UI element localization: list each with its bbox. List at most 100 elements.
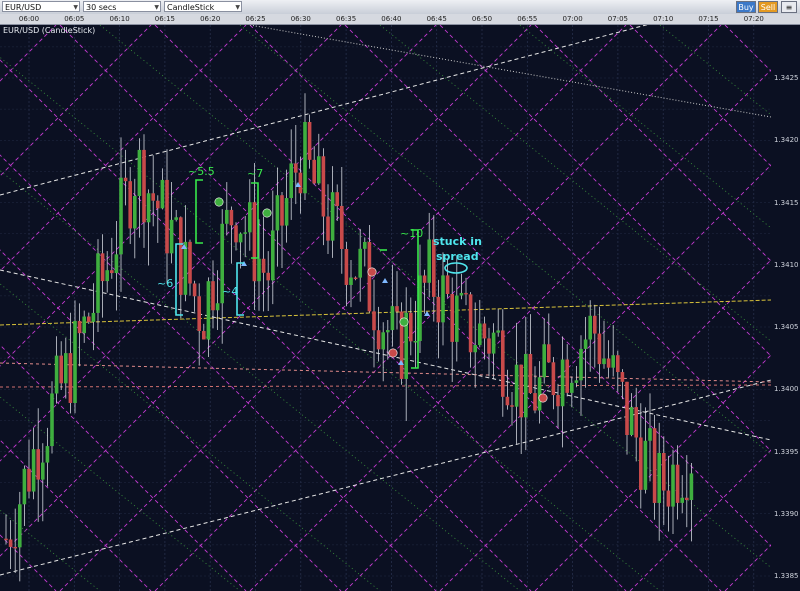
candle-body bbox=[68, 353, 73, 403]
candle-body bbox=[372, 311, 376, 331]
candle-body bbox=[114, 254, 119, 274]
menu-icon[interactable]: ≡ bbox=[781, 1, 797, 13]
candle-body bbox=[427, 239, 431, 283]
candle-body bbox=[565, 359, 569, 393]
gann-line bbox=[0, 25, 152, 177]
candle-body bbox=[597, 333, 602, 365]
candle-body bbox=[482, 323, 487, 339]
candle-body bbox=[82, 316, 86, 334]
candle-body bbox=[156, 200, 160, 209]
candle-body bbox=[450, 294, 454, 342]
candle-body bbox=[491, 332, 496, 354]
candle-body bbox=[455, 295, 459, 342]
candle-body bbox=[349, 277, 353, 285]
candle-body bbox=[519, 364, 523, 418]
chevron-down-icon: ▼ bbox=[154, 4, 159, 11]
chart-type-select[interactable]: CandleStick ▼ bbox=[164, 1, 242, 12]
candle-body bbox=[436, 296, 441, 323]
period-select[interactable]: 30 secs ▼ bbox=[83, 1, 161, 12]
price-tick: 1.3405 bbox=[774, 323, 799, 331]
candle-body bbox=[574, 380, 579, 383]
candle-body bbox=[616, 355, 620, 373]
gann-line bbox=[629, 25, 771, 167]
candle-body bbox=[326, 216, 330, 241]
candle-body bbox=[179, 217, 183, 295]
signal-dot bbox=[388, 348, 398, 358]
candle-body bbox=[188, 241, 192, 284]
candle-body bbox=[266, 272, 270, 281]
gann-line bbox=[534, 25, 771, 262]
candle-body bbox=[583, 339, 588, 349]
candle-body bbox=[505, 396, 510, 406]
buy-button[interactable]: Buy bbox=[736, 1, 756, 13]
sell-button[interactable]: Sell bbox=[758, 1, 778, 13]
candle-body bbox=[128, 181, 132, 229]
candle-body bbox=[639, 437, 643, 490]
signal-dot bbox=[262, 208, 272, 218]
time-tick: 06:10 bbox=[109, 15, 130, 23]
candle-body bbox=[77, 320, 82, 334]
time-tick: 07:15 bbox=[698, 15, 719, 23]
candle-body bbox=[445, 275, 450, 295]
candle-body bbox=[165, 179, 169, 254]
candle-body bbox=[234, 225, 238, 243]
candle-body bbox=[685, 497, 689, 501]
candle-body bbox=[137, 149, 142, 196]
candle-body bbox=[298, 172, 303, 194]
gann-line bbox=[0, 25, 342, 367]
candle-body bbox=[238, 233, 243, 243]
chart-title: EUR/USD (CandleStick) bbox=[3, 26, 96, 35]
candle-body bbox=[18, 504, 22, 548]
candle-body bbox=[602, 358, 606, 365]
gann-grid-lines bbox=[0, 25, 771, 591]
candle-body bbox=[340, 205, 344, 249]
price-tick: 1.3400 bbox=[774, 385, 799, 394]
candle-body bbox=[13, 546, 17, 549]
price-tick: 1.3395 bbox=[774, 447, 799, 456]
candle-body bbox=[119, 177, 123, 255]
chart-grid bbox=[0, 25, 771, 591]
period-select-value: 30 secs bbox=[86, 3, 117, 12]
annotation-label: spread bbox=[436, 250, 479, 263]
candle-body bbox=[31, 449, 36, 492]
candle-body bbox=[45, 446, 50, 463]
trend-line bbox=[249, 25, 771, 118]
candle-body bbox=[652, 428, 657, 503]
trend-line bbox=[0, 269, 771, 441]
candle-body bbox=[625, 381, 629, 435]
candle-body bbox=[464, 292, 468, 295]
candle-body bbox=[105, 270, 109, 282]
candle-body bbox=[634, 407, 638, 438]
candle-body bbox=[142, 149, 146, 223]
candle-body bbox=[87, 316, 91, 322]
chevron-down-icon: ▼ bbox=[235, 4, 240, 11]
annotation-bracket bbox=[411, 229, 419, 369]
candle-body bbox=[560, 359, 565, 407]
symbol-select[interactable]: EUR/USD ▼ bbox=[2, 1, 80, 12]
candle-body bbox=[510, 405, 514, 407]
gann-line bbox=[344, 164, 771, 591]
candle-body bbox=[524, 353, 528, 418]
candle-body bbox=[202, 331, 206, 340]
chart-plot-area[interactable]: ~5.5 ~7 ~6 ~4 ~10 stuck in spread bbox=[0, 25, 771, 591]
candle-body bbox=[4, 538, 8, 541]
signal-arrow bbox=[382, 278, 388, 283]
candle-body bbox=[390, 306, 395, 331]
candle-body bbox=[675, 464, 680, 503]
candle-body bbox=[123, 177, 128, 182]
trend-line bbox=[0, 362, 771, 383]
time-tick: 06:50 bbox=[471, 15, 493, 23]
candle-body bbox=[280, 195, 284, 226]
candle-body bbox=[643, 440, 648, 490]
candle-body bbox=[183, 241, 188, 295]
price-tick: 1.3390 bbox=[774, 509, 799, 518]
candle-body bbox=[151, 193, 155, 201]
gann-line bbox=[0, 534, 57, 591]
candle-body bbox=[243, 232, 247, 234]
candle-body bbox=[229, 209, 234, 226]
price-tick: 1.3420 bbox=[774, 136, 799, 145]
candle-body bbox=[59, 355, 63, 384]
time-tick: 06:20 bbox=[200, 15, 221, 23]
candle-body bbox=[27, 468, 31, 492]
candle-body bbox=[335, 192, 339, 206]
